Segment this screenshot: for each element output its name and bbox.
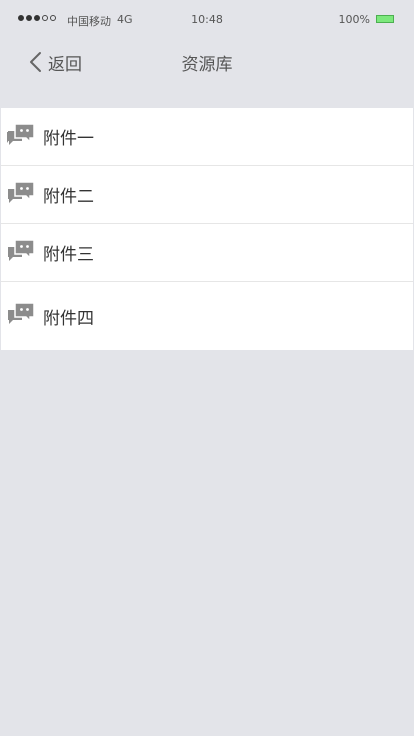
list-item-attachment-2[interactable]: 附件二 [1, 166, 413, 224]
list-item-label: 附件一 [43, 129, 94, 149]
list-item-attachment-3[interactable]: 附件三 [1, 224, 413, 282]
attachment-list: 附件一 附件二 附件三 附件四 [1, 108, 413, 350]
list-item-attachment-4[interactable]: 附件四 [1, 282, 413, 350]
list-item-label: 附件四 [43, 308, 94, 329]
screen: 中国移动 4G 10:48 100% 返回 资源库 附件一 附件二 附件三 附件… [0, 0, 414, 736]
chat-bubbles-icon [8, 302, 35, 324]
chat-bubbles-icon [7, 122, 35, 145]
list-item-label: 附件二 [43, 187, 94, 207]
list-item-attachment-1[interactable]: 附件一 [1, 108, 413, 166]
chat-bubbles-icon [8, 180, 35, 203]
status-bar: 中国移动 4G 10:48 100% [0, 0, 414, 40]
battery-icon [376, 15, 394, 23]
navigation-bar: 返回 资源库 [0, 40, 414, 84]
chat-bubbles-icon [8, 238, 35, 261]
list-item-label: 附件三 [43, 245, 94, 265]
battery-percentage: 100% [338, 13, 370, 26]
page-title: 资源库 [181, 55, 233, 75]
